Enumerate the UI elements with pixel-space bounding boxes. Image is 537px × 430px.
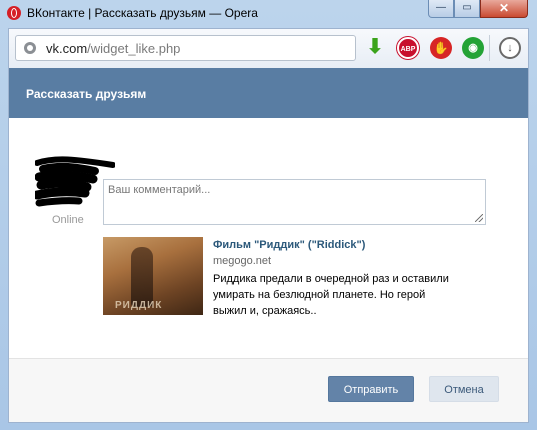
opera-logo-icon[interactable]: [7, 6, 21, 20]
address-bar[interactable]: vk.com/widget_like.php: [15, 35, 356, 61]
link-thumbnail[interactable]: РИДДИК: [103, 237, 203, 315]
toolbar-separator: [489, 35, 490, 61]
site-info-icon[interactable]: [24, 42, 36, 54]
dialog-footer: Отправить Отмена: [9, 358, 528, 422]
shared-link-title[interactable]: Фильм "Риддик" ("Riddick"): [213, 239, 365, 251]
url-text[interactable]: vk.com/widget_like.php: [46, 41, 180, 56]
browser-toolbar: vk.com/widget_like.php ⬇ ABP ✋ ◉ ↓: [8, 28, 529, 68]
cancel-button[interactable]: Отмена: [429, 376, 499, 402]
shared-link-description: Риддика предали в очередной раз и остави…: [213, 273, 449, 317]
adblock-plus-icon[interactable]: ABP: [397, 37, 419, 59]
url-path: /widget_like.php: [87, 41, 181, 56]
shared-link-domain: megogo.net: [213, 255, 272, 267]
send-button[interactable]: Отправить: [328, 376, 414, 402]
user-online-status: Online: [52, 214, 84, 226]
close-button[interactable]: ✕: [480, 0, 528, 18]
comment-placeholder: Ваш комментарий...: [108, 184, 211, 196]
dialog-title: Рассказать друзьям: [26, 87, 147, 101]
dialog-header: Рассказать друзьям: [9, 68, 528, 118]
title-bar: ВКонтакте | Рассказать друзьям — Opera —…: [0, 0, 537, 28]
maximize-button[interactable]: ▭: [454, 0, 480, 18]
download-arrow-icon[interactable]: ⬇: [364, 37, 386, 59]
browser-window: ВКонтакте | Рассказать друзьям — Opera —…: [0, 0, 537, 430]
minimize-button[interactable]: —: [428, 0, 454, 18]
comment-textarea[interactable]: Ваш комментарий...: [103, 179, 486, 225]
url-domain: vk.com: [46, 41, 88, 56]
download-circle-icon[interactable]: ↓: [499, 37, 521, 59]
green-extension-icon[interactable]: ◉: [462, 37, 484, 59]
resize-grip-icon[interactable]: [475, 214, 483, 222]
stop-hand-icon[interactable]: ✋: [430, 37, 452, 59]
page-content: Рассказать друзьям Online Ваш комментари…: [8, 68, 529, 423]
window-title: ВКонтакте | Рассказать друзьям — Opera: [27, 6, 258, 20]
thumbnail-caption: РИДДИК: [115, 300, 163, 311]
